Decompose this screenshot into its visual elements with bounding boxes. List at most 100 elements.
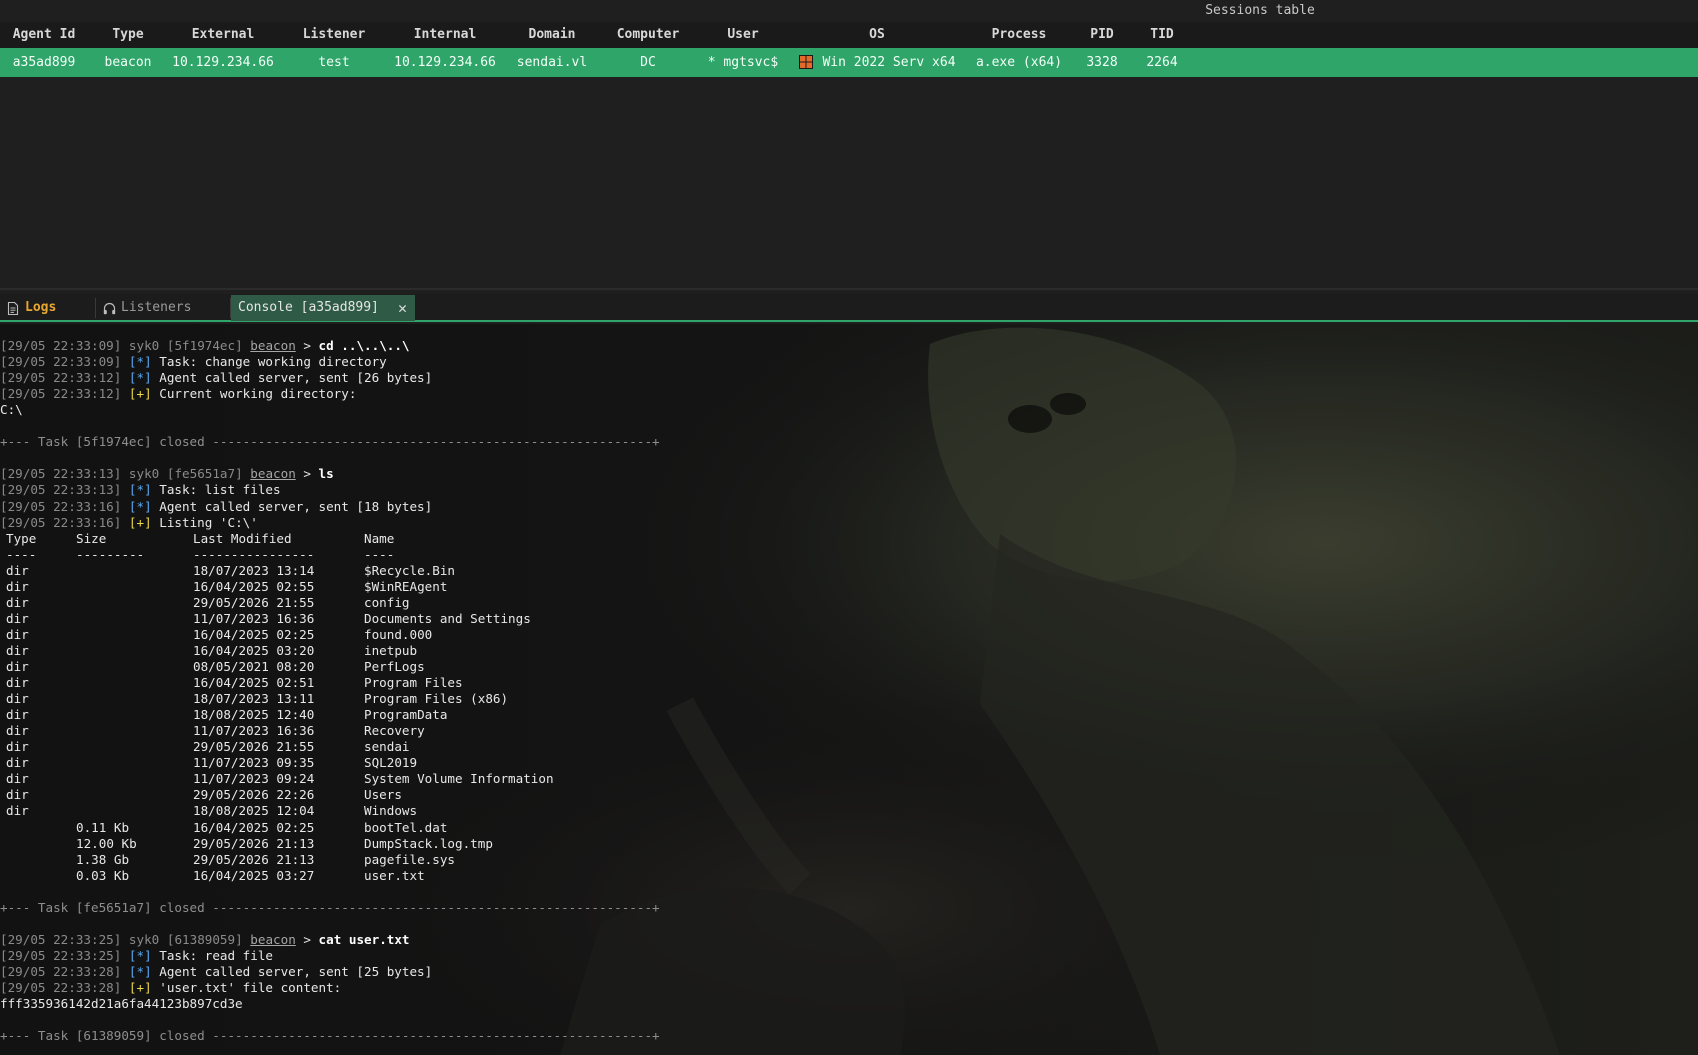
session-user: * mgtsvc$: [707, 55, 779, 70]
tab-listeners[interactable]: Listeners: [96, 295, 230, 321]
headphones-icon: [103, 302, 116, 315]
column-header-external[interactable]: External: [168, 22, 278, 48]
listing-cell: System Volume Information: [364, 771, 554, 787]
operator-name: syk0: [128, 338, 160, 353]
listing-cell: dir: [6, 723, 29, 739]
listing-cell: Recovery: [364, 723, 425, 739]
session-external: 10.129.234.66: [172, 55, 274, 70]
session-os: Win 2022 Serv x64: [822, 55, 956, 70]
timestamp: [29/05 22:33:09]: [0, 338, 122, 353]
splitter-handle[interactable]: [0, 288, 1698, 290]
tab-logs[interactable]: Logs: [0, 295, 94, 321]
listing-cell: $WinREAgent: [364, 578, 448, 594]
listing-cell: $Recycle.Bin: [364, 562, 455, 578]
console-prompt-line: [29/05 22:33:13] syk0 [fe5651a7] beacon …: [0, 466, 334, 482]
console-output[interactable]: [29/05 22:33:09] syk0 [5f1974ec] beacon …: [0, 324, 1698, 1055]
agent-link[interactable]: beacon: [250, 932, 296, 947]
listing-cell: dir: [6, 659, 29, 674]
column-header-agent-id[interactable]: Agent Id: [0, 22, 88, 48]
timestamp: [29/05 22:33:13]: [0, 482, 122, 498]
listing-cell: 11/07/2023 09:24: [193, 771, 315, 787]
column-header-type[interactable]: Type: [88, 22, 168, 48]
timestamp: [29/05 22:33:25]: [0, 947, 122, 963]
listing-cell: dir: [6, 787, 29, 803]
status-marker: [*]: [128, 498, 152, 514]
console-message-line: [29/05 22:33:13] [*] Task: list files: [0, 482, 281, 498]
console-message-line: [29/05 22:33:16] [+] Listing 'C:\': [0, 515, 258, 531]
message-text: Agent called server, sent [26 bytes]: [159, 370, 433, 386]
close-icon[interactable]: ✕: [398, 295, 407, 321]
column-header-internal[interactable]: Internal: [390, 22, 500, 48]
column-header-pid[interactable]: PID: [1078, 22, 1126, 48]
message-text: Task: list files: [159, 482, 281, 498]
task-id: [fe5651a7]: [166, 466, 243, 482]
listing-cell: dir: [6, 642, 29, 658]
listing-cell: 16/04/2025 02:55: [193, 578, 315, 594]
listing-cell: dir: [6, 675, 29, 691]
tab-console[interactable]: Console [a35ad899] ✕: [231, 295, 415, 321]
listing-cell: 11/07/2023 09:35: [193, 755, 315, 771]
listing-cell: Users: [364, 787, 402, 803]
agent-link[interactable]: beacon: [250, 338, 296, 353]
tab-divider: [95, 298, 96, 318]
message-text: Agent called server, sent [25 bytes]: [159, 963, 433, 979]
column-header-domain[interactable]: Domain: [500, 22, 604, 48]
column-header-tid[interactable]: TID: [1126, 22, 1198, 48]
listing-cell: dir: [6, 562, 29, 578]
console-message-line: [29/05 22:33:09] [*] Task: change workin…: [0, 354, 387, 370]
tab-listeners-label: Listeners: [121, 300, 192, 315]
listing-cell: DumpStack.log.tmp: [364, 835, 493, 851]
timestamp: [29/05 22:33:28]: [0, 963, 122, 979]
task-closed-separator: +--- Task [fe5651a7] closed ------------…: [0, 900, 660, 916]
listing-cell: 29/05/2026 21:13: [193, 851, 315, 867]
column-header-listener[interactable]: Listener: [278, 22, 390, 48]
command-text: cd ..\..\..\: [318, 338, 410, 353]
status-marker: [*]: [128, 947, 152, 963]
listing-cell: found.000: [364, 626, 433, 642]
sessions-table-header: Agent Id Type External Listener Internal…: [0, 22, 1698, 48]
session-agent-id: a35ad899: [12, 55, 76, 70]
timestamp: [29/05 22:33:28]: [0, 980, 122, 995]
timestamp: [29/05 22:33:25]: [0, 931, 122, 947]
task-id: [61389059]: [166, 931, 243, 947]
listing-cell: dir: [6, 691, 29, 707]
listing-dash-cell: ---------: [76, 546, 145, 562]
task-closed-text: +--- Task [fe5651a7] closed ------------…: [0, 899, 660, 915]
listing-cell: 16/04/2025 03:20: [193, 642, 315, 658]
session-tid: 2264: [1146, 55, 1178, 70]
timestamp: [29/05 22:33:16]: [0, 498, 122, 514]
column-header-process[interactable]: Process: [960, 22, 1078, 48]
listing-cell: Program Files (x86): [364, 691, 509, 707]
listing-cell: 29/05/2026 22:26: [193, 787, 315, 803]
console-prompt-line: [29/05 22:33:09] syk0 [5f1974ec] beacon …: [0, 338, 410, 353]
listing-cell: 29/05/2026 21:13: [193, 835, 315, 851]
listing-cell: dir: [6, 578, 29, 594]
column-header-os[interactable]: OS: [794, 22, 960, 48]
listing-cell: 18/07/2023 13:11: [193, 691, 315, 707]
session-row[interactable]: a35ad899 beacon 10.129.234.66 test 10.12…: [0, 48, 1698, 77]
listing-cell: Documents and Settings: [364, 610, 531, 626]
listing-cell: dir: [6, 803, 29, 819]
listing-cell: inetpub: [364, 642, 418, 658]
listing-cell: 0.11 Kb: [76, 819, 130, 835]
listing-header-cell: Size: [76, 530, 107, 546]
console-message-line: [29/05 22:33:12] [*] Agent called server…: [0, 370, 432, 386]
listing-cell: dir: [6, 626, 29, 642]
session-internal: 10.129.234.66: [394, 55, 496, 70]
session-domain: sendai.vl: [516, 55, 588, 70]
output-line: C:\: [0, 402, 23, 418]
tab-divider: [230, 298, 231, 318]
output-text: fff335936142d21a6fa44123b897cd3e: [0, 996, 243, 1012]
output-text: C:\: [0, 402, 23, 418]
listing-cell: SQL2019: [364, 755, 418, 771]
listing-cell: 29/05/2026 21:55: [193, 594, 315, 610]
operator-name: syk0: [128, 466, 160, 482]
column-header-computer[interactable]: Computer: [604, 22, 692, 48]
console-message-line: [29/05 22:33:12] [+] Current working dir…: [0, 386, 356, 402]
column-header-user[interactable]: User: [692, 22, 794, 48]
listing-cell: 16/04/2025 02:25: [193, 819, 315, 835]
command-text: ls: [318, 466, 334, 482]
status-marker: [*]: [128, 370, 152, 386]
agent-link[interactable]: beacon: [250, 466, 296, 481]
session-process: a.exe (x64): [975, 55, 1063, 70]
